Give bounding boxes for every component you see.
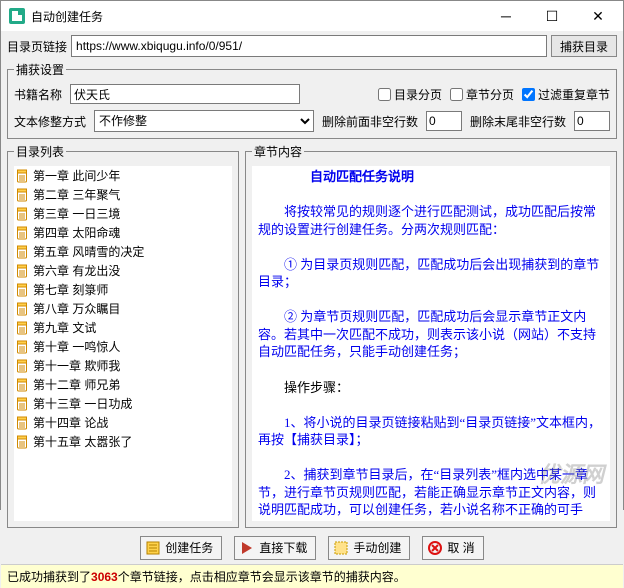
chapter-page-checkbox[interactable]: 章节分页: [450, 86, 514, 103]
url-row: 目录页链接 捕获目录: [7, 35, 617, 57]
direct-download-button[interactable]: 直接下载: [234, 536, 316, 560]
button-bar: 创建任务 直接下载 手动创建 取 消: [7, 532, 617, 564]
list-item-label: 第四章 太阳命魂: [33, 224, 120, 241]
close-button[interactable]: ✕: [575, 1, 621, 31]
list-item-label: 第二章 三年聚气: [33, 186, 120, 203]
page-icon: [16, 340, 30, 354]
maximize-button[interactable]: ☐: [529, 1, 575, 31]
page-icon: [16, 397, 30, 411]
list-item-label: 第八章 万众瞩目: [33, 300, 120, 317]
list-item[interactable]: 第一章 此间少年: [14, 166, 232, 185]
capture-settings: 捕获设置 书籍名称 目录分页 章节分页 过滤重复章节 文本修整方式 不作修整 删…: [7, 61, 617, 139]
create-icon: [145, 540, 161, 556]
cancel-button[interactable]: 取 消: [422, 536, 483, 560]
list-item[interactable]: 第十一章 欺师我: [14, 356, 232, 375]
list-item[interactable]: 第二章 三年聚气: [14, 185, 232, 204]
list-item-label: 第十五章 太嚣张了: [33, 433, 132, 450]
content-panel: 章节内容 自动匹配任务说明 将按较常见的规则逐个进行匹配测试，成功匹配后按常规的…: [245, 143, 617, 528]
settings-legend: 捕获设置: [14, 61, 66, 78]
cancel-icon: [427, 540, 443, 556]
list-item-label: 第五章 风晴雪的决定: [33, 243, 144, 260]
list-legend: 目录列表: [14, 143, 66, 160]
list-item-label: 第一章 此间少年: [33, 167, 120, 184]
url-input[interactable]: [71, 35, 547, 57]
del-front-spin[interactable]: [426, 111, 462, 131]
status-bar: 已成功捕获到了3063个章节链接，点击相应章节会显示该章节的捕获内容。: [1, 564, 623, 588]
list-item-label: 第十四章 论战: [33, 414, 108, 431]
page-icon: [16, 302, 30, 316]
list-item[interactable]: 第十二章 师兄弟: [14, 375, 232, 394]
list-item-label: 第十二章 师兄弟: [33, 376, 120, 393]
del-tail-spin[interactable]: [574, 111, 610, 131]
main-window: 自动创建任务 ─ ☐ ✕ 目录页链接 捕获目录 捕获设置 书籍名称 目录分页 章…: [0, 0, 624, 510]
chapter-list-panel: 目录列表 第一章 此间少年第二章 三年聚气第三章 一日三境第四章 太阳命魂第五章…: [7, 143, 239, 528]
chapter-list[interactable]: 第一章 此间少年第二章 三年聚气第三章 一日三境第四章 太阳命魂第五章 风晴雪的…: [14, 166, 232, 521]
list-item[interactable]: 第三章 一日三境: [14, 204, 232, 223]
list-item[interactable]: 第五章 风晴雪的决定: [14, 242, 232, 261]
manual-create-button[interactable]: 手动创建: [328, 536, 410, 560]
page-icon: [16, 264, 30, 278]
manual-icon: [333, 540, 349, 556]
page-icon: [16, 169, 30, 183]
page-icon: [16, 359, 30, 373]
catalog-page-checkbox[interactable]: 目录分页: [378, 86, 442, 103]
list-item-label: 第九章 文试: [33, 319, 96, 336]
filter-dup-checkbox[interactable]: 过滤重复章节: [522, 86, 610, 103]
list-item[interactable]: 第十三章 一日功成: [14, 394, 232, 413]
content-legend: 章节内容: [252, 143, 304, 160]
list-item[interactable]: 第九章 文试: [14, 318, 232, 337]
book-name-label: 书籍名称: [14, 86, 62, 103]
titlebar: 自动创建任务 ─ ☐ ✕: [1, 1, 623, 31]
list-item-label: 第三章 一日三境: [33, 205, 120, 222]
del-front-label: 删除前面非空行数: [322, 113, 418, 130]
list-item[interactable]: 第十五章 太嚣张了: [14, 432, 232, 451]
list-item-label: 第十三章 一日功成: [33, 395, 132, 412]
page-icon: [16, 245, 30, 259]
window-controls: ─ ☐ ✕: [483, 1, 621, 31]
page-icon: [16, 435, 30, 449]
list-item[interactable]: 第十四章 论战: [14, 413, 232, 432]
page-icon: [16, 226, 30, 240]
play-icon: [239, 540, 255, 556]
trim-label: 文本修整方式: [14, 113, 86, 130]
client-area: 目录页链接 捕获目录 捕获设置 书籍名称 目录分页 章节分页 过滤重复章节 文本…: [1, 31, 623, 564]
list-item[interactable]: 第八章 万众瞩目: [14, 299, 232, 318]
minimize-button[interactable]: ─: [483, 1, 529, 31]
page-icon: [16, 378, 30, 392]
list-item-label: 第七章 刻箓师: [33, 281, 108, 298]
list-item[interactable]: 第六章 有龙出没: [14, 261, 232, 280]
list-item[interactable]: 第十章 一鸣惊人: [14, 337, 232, 356]
list-item[interactable]: 第七章 刻箓师: [14, 280, 232, 299]
url-label: 目录页链接: [7, 38, 67, 55]
app-icon: [9, 8, 25, 24]
trim-select[interactable]: 不作修整: [94, 110, 314, 132]
book-name-input[interactable]: [70, 84, 300, 104]
page-icon: [16, 416, 30, 430]
list-item-label: 第六章 有龙出没: [33, 262, 120, 279]
panels: 目录列表 第一章 此间少年第二章 三年聚气第三章 一日三境第四章 太阳命魂第五章…: [7, 143, 617, 528]
page-icon: [16, 321, 30, 335]
capture-button[interactable]: 捕获目录: [551, 35, 617, 57]
page-icon: [16, 283, 30, 297]
window-title: 自动创建任务: [31, 8, 483, 25]
content-text[interactable]: 自动匹配任务说明 将按较常见的规则逐个进行匹配测试，成功匹配后按常规的设置进行创…: [252, 166, 610, 521]
list-item[interactable]: 第四章 太阳命魂: [14, 223, 232, 242]
page-icon: [16, 188, 30, 202]
list-item-label: 第十章 一鸣惊人: [33, 338, 120, 355]
del-tail-label: 删除末尾非空行数: [470, 113, 566, 130]
create-task-button[interactable]: 创建任务: [140, 536, 222, 560]
page-icon: [16, 207, 30, 221]
list-item-label: 第十一章 欺师我: [33, 357, 120, 374]
